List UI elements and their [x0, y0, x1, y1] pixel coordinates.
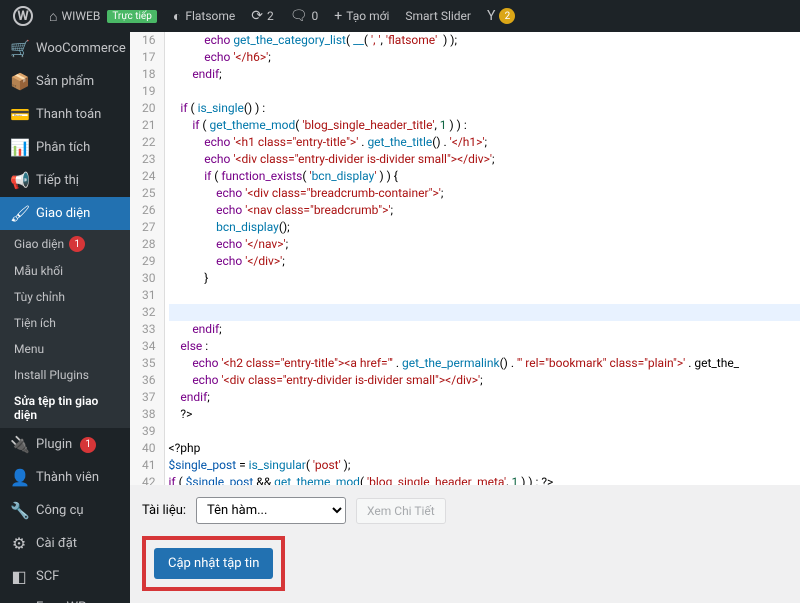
doc-lookup-row: Tài liệu: Tên hàm... Xem Chi Tiết — [142, 497, 788, 524]
menu-item-thanh-toán[interactable]: 💳 Thanh toán — [0, 98, 130, 131]
menu-label: Tiếp thị — [36, 173, 79, 188]
menu-label: Sản phẩm — [36, 74, 94, 89]
menu-label: Thành viên — [36, 470, 99, 485]
update-file-button[interactable]: Cập nhật tập tin — [154, 548, 273, 579]
menu-label: SCF — [36, 569, 59, 584]
menu-label: Plugin — [36, 437, 72, 452]
sub-item-tùy-chỉnh[interactable]: Tùy chỉnh — [0, 284, 130, 310]
sub-label: Mẫu khối — [14, 264, 63, 278]
editor-footer: Tài liệu: Tên hàm... Xem Chi Tiết Cập nh… — [130, 485, 800, 603]
submenu: Giao diện 1 Mẫu khối Tùy chỉnh Tiện ích Menu I… — [0, 230, 130, 428]
menu-icon: 🖌 — [10, 204, 28, 223]
menu-icon: ⚙ — [10, 534, 28, 553]
update-highlight-box: Cập nhật tập tin — [142, 536, 285, 591]
menu-label: Phân tích — [36, 140, 90, 155]
menu-item-sản-phẩm[interactable]: 📦 Sản phẩm — [0, 65, 130, 98]
sub-label: Sửa tệp tin giao diện — [14, 394, 120, 422]
menu-icon: 👤 — [10, 468, 28, 487]
menu-icon: 💳 — [10, 105, 28, 124]
menu-icon: 🛒 — [10, 39, 28, 58]
doc-label: Tài liệu: — [142, 503, 186, 518]
sub-label: Tùy chỉnh — [14, 290, 65, 304]
wp-logo-menu[interactable]: W — [6, 0, 40, 32]
menu-item-plugin[interactable]: 🔌 Plugin 1 — [0, 428, 130, 461]
comments-menu[interactable]: 🗨 0 — [283, 0, 326, 32]
admin-sidebar: 🛒 WooCommerce 📦 Sản phẩm 💳 Thanh toán 📊 Phân tí… — [0, 32, 130, 603]
comment-icon: 🗨 — [290, 8, 308, 24]
theme-label: Flatsome — [185, 9, 235, 23]
new-content-menu[interactable]: + Tạo mới — [327, 0, 396, 32]
admin-toolbar: W ⌂ WIWEB Trực tiếp ◐ Flatsome ⟳ 2 🗨 0 +… — [0, 0, 800, 32]
menu-item-scf[interactable]: ◧ SCF — [0, 560, 130, 593]
yoast-count: 2 — [499, 8, 515, 24]
sub-label: Menu — [14, 342, 44, 356]
smart-slider-menu[interactable]: Smart Slider — [398, 0, 478, 32]
menu-item-phân-tích[interactable]: 📊 Phân tích — [0, 131, 130, 164]
sub-item-menu[interactable]: Menu — [0, 336, 130, 362]
new-label: Tạo mới — [346, 9, 389, 23]
sub-badge: 1 — [69, 236, 85, 252]
site-name-label: WIWEB — [61, 9, 100, 23]
slider-label: Smart Slider — [405, 9, 471, 23]
menu-item-giao-diện[interactable]: 🖌 Giao diện — [0, 197, 130, 230]
menu-label: Cài đặt — [36, 536, 77, 551]
sub-label: Giao diện — [14, 237, 64, 251]
code-editor[interactable]: 1617181920212223242526272829303132333435… — [130, 32, 800, 485]
sub-label: Tiện ích — [14, 316, 56, 330]
menu-label: Thanh toán — [36, 107, 101, 122]
menu-icon: 📊 — [10, 138, 28, 157]
menu-item-thành-viên[interactable]: 👤 Thành viên — [0, 461, 130, 494]
content-area: 1617181920212223242526272829303132333435… — [130, 32, 800, 603]
menu-label: WooCommerce — [36, 41, 126, 56]
function-select[interactable]: Tên hàm... — [196, 497, 346, 524]
code-area[interactable]: echo get_the_category_list( __( ', ', 'f… — [165, 32, 800, 485]
view-details-button[interactable]: Xem Chi Tiết — [356, 498, 446, 524]
menu-item-easy-wp-smtp[interactable]: ✉Easy WP SMTP — [0, 593, 130, 603]
theme-menu[interactable]: ◐ Flatsome — [166, 0, 242, 32]
sub-item-mẫu-khối[interactable]: Mẫu khối — [0, 258, 130, 284]
sub-item-giao-diện[interactable]: Giao diện 1 — [0, 230, 130, 258]
menu-item-cài-đặt[interactable]: ⚙ Cài đặt — [0, 527, 130, 560]
line-gutter: 1617181920212223242526272829303132333435… — [130, 32, 165, 485]
sub-label: Install Plugins — [14, 368, 89, 382]
flatsome-icon: ◐ — [173, 8, 181, 25]
updates-count: 2 — [267, 9, 274, 23]
menu-item-tiếp-thị[interactable]: 📢 Tiếp thị — [0, 164, 130, 197]
updates-menu[interactable]: ⟳ 2 — [244, 0, 280, 32]
menu-label: Công cụ — [36, 503, 84, 518]
menu-item-công-cụ[interactable]: 🔧 Công cụ — [0, 494, 130, 527]
live-badge: Trực tiếp — [107, 10, 157, 23]
main-container: 🛒 WooCommerce 📦 Sản phẩm 💳 Thanh toán 📊 Phân tí… — [0, 32, 800, 603]
menu-icon: 📢 — [10, 171, 28, 190]
sub-item-install-plugins[interactable]: Install Plugins — [0, 362, 130, 388]
refresh-icon: ⟳ — [251, 8, 263, 24]
menu-icon: 📦 — [10, 72, 28, 91]
menu-icon: ◧ — [10, 567, 28, 586]
menu-icon: 🔧 — [10, 501, 28, 520]
sub-item-tiện-ích[interactable]: Tiện ích — [0, 310, 130, 336]
plus-icon: + — [334, 8, 342, 24]
menu-item-woocommerce[interactable]: 🛒 WooCommerce — [0, 32, 130, 65]
yoast-icon: Y — [487, 8, 495, 24]
site-name-menu[interactable]: ⌂ WIWEB Trực tiếp — [42, 0, 164, 32]
yoast-menu[interactable]: Y 2 — [480, 0, 522, 32]
menu-badge: 1 — [80, 437, 96, 453]
menu-icon: 🔌 — [10, 435, 28, 454]
home-icon: ⌂ — [49, 8, 57, 25]
wordpress-icon: W — [13, 6, 33, 26]
comments-count: 0 — [312, 9, 319, 23]
menu-label: Giao diện — [36, 206, 90, 221]
sub-item-sửa-tệp-tin-giao-diện[interactable]: Sửa tệp tin giao diện — [0, 388, 130, 428]
